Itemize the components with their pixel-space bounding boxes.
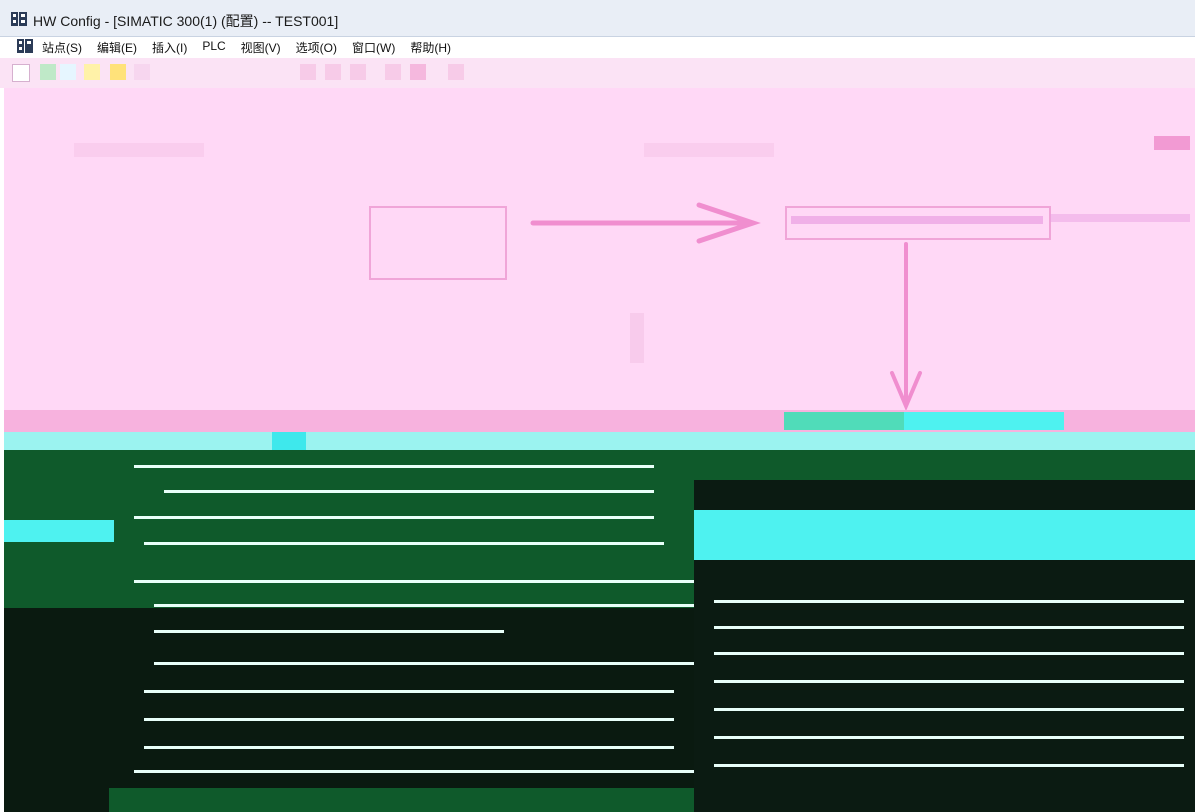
rack-slot-extension	[1050, 214, 1190, 222]
window-title: HW Config - [SIMATIC 300(1) (配置) -- TEST…	[33, 13, 339, 29]
rack-caption-left	[74, 143, 204, 157]
table-row[interactable]	[154, 662, 694, 665]
print-icon[interactable]	[84, 64, 100, 80]
download-icon[interactable]	[110, 64, 126, 80]
menu-window[interactable]: 窗口(W)	[352, 39, 395, 56]
rack-slot-row[interactable]	[785, 206, 1051, 240]
menu-bar: 站点(S) 编辑(E) 插入(I) PLC 视图(V) 选项(O) 窗口(W) …	[0, 37, 1195, 57]
catalog-header	[694, 450, 1195, 480]
table-row[interactable]	[134, 465, 654, 468]
catalog-row[interactable]	[714, 764, 1184, 767]
divider-hint	[630, 313, 644, 363]
table-row[interactable]	[164, 490, 654, 493]
cut-icon[interactable]	[300, 64, 316, 80]
table-row[interactable]	[144, 542, 664, 545]
catalog-row[interactable]	[714, 708, 1184, 711]
menu-station[interactable]: 站点(S)	[42, 39, 82, 56]
station-window-icon[interactable]	[17, 39, 33, 53]
station-window	[4, 88, 1195, 412]
catalog-row[interactable]	[714, 626, 1184, 629]
table-row[interactable]	[154, 630, 504, 633]
catalog-pane	[694, 450, 1195, 812]
open-icon[interactable]	[40, 64, 56, 80]
catalog-row[interactable]	[714, 600, 1184, 603]
catalog-row[interactable]	[714, 680, 1184, 683]
toolbar	[0, 58, 1195, 88]
menu-items: 站点(S) 编辑(E) 插入(I) PLC 视图(V) 选项(O) 窗口(W) …	[42, 39, 451, 56]
copy-icon[interactable]	[325, 64, 341, 80]
selected-row-marker	[4, 520, 114, 542]
table-row[interactable]	[134, 580, 694, 583]
rack-box[interactable]	[369, 206, 507, 280]
menu-edit[interactable]: 编辑(E)	[97, 39, 137, 56]
arrow-down-icon	[890, 242, 922, 412]
hw-config-app-icon	[11, 12, 27, 26]
table-footer	[109, 788, 694, 812]
table-row[interactable]	[154, 604, 694, 607]
menu-insert[interactable]: 插入(I)	[152, 39, 187, 56]
scroll-marker[interactable]	[1154, 136, 1190, 150]
upload-icon[interactable]	[134, 64, 150, 80]
arrow-right-icon	[530, 202, 761, 244]
rack-detail-table	[4, 450, 694, 812]
catalog-icon[interactable]	[385, 64, 401, 80]
catalog-row[interactable]	[714, 736, 1184, 739]
new-icon[interactable]	[12, 64, 30, 82]
catalog-row[interactable]	[714, 652, 1184, 655]
rack-caption-right	[644, 143, 774, 157]
title-bar: HW Config - [SIMATIC 300(1) (配置) -- TEST…	[0, 0, 1195, 37]
menu-help[interactable]: 帮助(H)	[410, 39, 451, 56]
save-icon[interactable]	[60, 64, 76, 80]
table-row[interactable]	[144, 718, 674, 721]
table-row[interactable]	[134, 516, 654, 519]
paste-icon[interactable]	[350, 64, 366, 80]
table-row[interactable]	[144, 746, 674, 749]
table-row[interactable]	[144, 690, 674, 693]
menu-options[interactable]: 选项(O)	[296, 39, 337, 56]
pane-divider[interactable]	[4, 410, 1195, 432]
network-icon[interactable]	[410, 64, 426, 80]
menu-view[interactable]: 视图(V)	[241, 39, 281, 56]
menu-plc[interactable]: PLC	[202, 39, 225, 56]
catalog-selection[interactable]	[694, 510, 1195, 560]
help-icon[interactable]	[448, 64, 464, 80]
detail-header	[4, 432, 1195, 450]
table-row[interactable]	[134, 770, 694, 773]
